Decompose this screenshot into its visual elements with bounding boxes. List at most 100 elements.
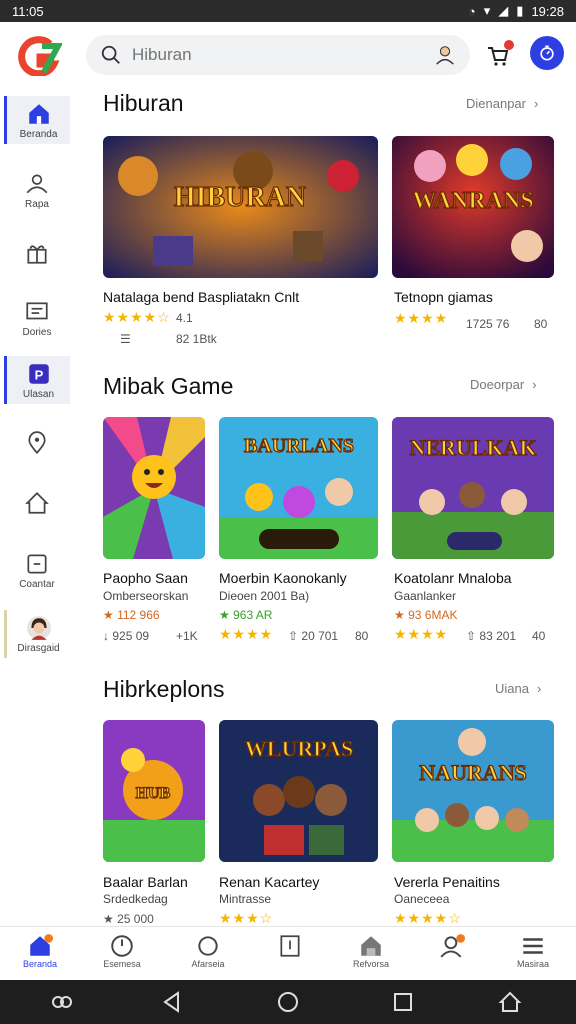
search-input[interactable] xyxy=(132,45,412,65)
notification-badge xyxy=(504,40,514,50)
sidebar-item-card[interactable]: Coantar xyxy=(4,546,70,594)
extra-count: 80 xyxy=(355,629,369,643)
link-icon[interactable] xyxy=(50,990,74,1014)
chevron-right-icon: › xyxy=(536,681,542,696)
rating-value: 4.1 xyxy=(176,311,193,325)
list-icon: ☰ xyxy=(120,332,131,346)
game-card-image[interactable]: NAURANS xyxy=(392,720,554,862)
section-title: Hibrkeplons xyxy=(103,676,225,702)
game-art: NAURANS xyxy=(392,720,554,862)
game-card-image[interactable]: HUB xyxy=(103,720,205,862)
account-icon[interactable] xyxy=(434,44,456,66)
home-icon xyxy=(28,103,49,124)
clock-icon xyxy=(111,935,133,957)
timer-icon xyxy=(540,45,554,61)
game-art: HIBURAN xyxy=(103,136,378,278)
status-time: 11:05 xyxy=(12,3,44,19)
sidebar-item-people[interactable]: Rapa xyxy=(4,166,70,214)
sidebar-item-location[interactable] xyxy=(4,420,70,468)
game-art-title: WANRANS xyxy=(412,188,533,214)
wifi-icon: ▾ xyxy=(483,3,491,18)
system-nav-bar xyxy=(0,980,576,1024)
game-subtitle: Dieoen 2001 Ba) xyxy=(219,589,310,603)
search-bar[interactable] xyxy=(86,35,470,75)
game-art xyxy=(103,417,205,559)
app-icon: P xyxy=(28,363,49,384)
back-icon[interactable] xyxy=(160,990,184,1014)
see-more-link[interactable]: Dienanpar › xyxy=(466,96,538,111)
profile-button[interactable] xyxy=(530,36,564,70)
sidebar-item-house[interactable] xyxy=(4,480,70,528)
game-art: NERULKAK xyxy=(392,417,554,559)
game-subtitle: Mintrasse xyxy=(219,892,272,906)
nav-label: Beranda xyxy=(22,959,58,969)
recents-icon[interactable] xyxy=(391,990,415,1014)
game-card-image[interactable]: WLURPAS xyxy=(219,720,378,862)
battery-icon: ▮ xyxy=(516,3,524,18)
search-icon xyxy=(101,45,120,64)
nav-activity[interactable]: Afarseia xyxy=(172,933,244,977)
game-card-image[interactable]: BAURLANS xyxy=(219,417,378,559)
home-button-icon[interactable] xyxy=(276,990,300,1014)
nav-updates[interactable]: Esemesa xyxy=(86,933,158,977)
game-title: Tetnopn giamas xyxy=(394,289,493,305)
cart-button[interactable] xyxy=(486,40,516,70)
book-icon xyxy=(280,935,300,957)
sidebar-item-label: Ulasan xyxy=(22,388,55,400)
sidebar-item-label: Dirasgaid xyxy=(17,642,60,654)
home-icon xyxy=(30,934,53,956)
location-icon xyxy=(28,431,46,455)
sidebar-item-gift[interactable] xyxy=(4,230,70,278)
app-logo[interactable] xyxy=(16,36,62,76)
nav-profile[interactable] xyxy=(416,933,488,977)
rating-stars: ★★★★ xyxy=(219,626,274,642)
game-subtitle: Srdedkedag xyxy=(103,892,168,906)
bottom-nav: Beranda Esemesa Afarseia Refvorsa Masira… xyxy=(0,926,576,980)
download-count: ⇧ 20 701 xyxy=(288,629,339,643)
game-title: Natalaga bend Baspliatakn Cnlt xyxy=(103,289,300,305)
count-value: 83 201 xyxy=(479,629,517,643)
game-art-title: NERULKAK xyxy=(409,435,536,460)
sidebar-item-apps[interactable]: P Ulasan xyxy=(4,356,70,404)
signal-icon: ◢ xyxy=(498,3,509,18)
nav-label: Esemesa xyxy=(103,959,141,969)
game-card-image[interactable]: WANRANS xyxy=(392,136,554,278)
nav-label: Refvorsa xyxy=(352,959,389,969)
game-card-image[interactable]: HIBURAN xyxy=(103,136,378,278)
game-art-title: NAURANS xyxy=(419,760,527,785)
house-icon xyxy=(25,492,49,514)
game-title: Moerbin Kaonokanly xyxy=(219,570,347,586)
nav-home[interactable]: Beranda xyxy=(4,933,76,977)
see-more-link[interactable]: Uiana › xyxy=(495,681,541,696)
nav-label: Masiraa xyxy=(516,959,549,969)
download-count: 82 1Btk xyxy=(176,332,217,346)
nav-menu[interactable]: Masiraa xyxy=(497,933,569,977)
game-art: BAURLANS xyxy=(219,417,378,559)
sidebar-item-label: Dories xyxy=(22,326,52,338)
section-title: Hiburan xyxy=(103,90,184,116)
sidebar-item-label: Beranda xyxy=(19,128,58,140)
game-card-image[interactable] xyxy=(103,417,205,559)
sidebar-item-label: Coantar xyxy=(19,578,55,590)
price-value: 112 966 xyxy=(117,608,160,622)
price-value: 963 AR xyxy=(233,608,273,622)
see-more-link[interactable]: Doeorpar › xyxy=(470,377,537,392)
game-title: Paopho Saan xyxy=(103,570,188,586)
circle-icon xyxy=(198,936,218,956)
nav-library[interactable] xyxy=(254,933,326,977)
status-icons: ◔ ▾ ◢ ▮ 19:28 xyxy=(468,3,564,19)
game-art-title: WLURPAS xyxy=(245,736,353,761)
game-subtitle: Oaneceea xyxy=(394,892,450,906)
game-card-image[interactable]: NERULKAK xyxy=(392,417,554,559)
menu-icon xyxy=(523,938,543,954)
sidebar-item-profile[interactable]: Dirasgaid xyxy=(4,610,70,658)
sidebar-item-home[interactable]: Beranda xyxy=(4,96,70,144)
house-outline-icon[interactable] xyxy=(498,990,522,1014)
see-more-label: Uiana xyxy=(495,681,529,696)
sidebar: Beranda Rapa Dories P Ulasan Coantar Dir… xyxy=(0,90,78,680)
count-value: 20 701 xyxy=(301,629,339,643)
user-icon xyxy=(440,934,465,958)
sidebar-item-messages[interactable]: Dories xyxy=(4,294,70,342)
nav-store[interactable]: Refvorsa xyxy=(335,933,407,977)
count-value: 925 09 xyxy=(112,629,150,643)
